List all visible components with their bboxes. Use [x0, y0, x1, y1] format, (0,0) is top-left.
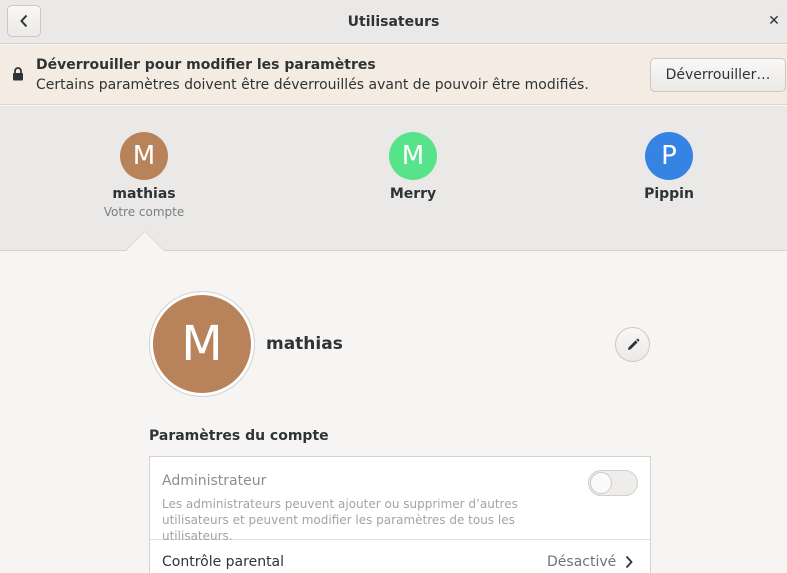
user-avatar-large[interactable]: M — [153, 295, 251, 393]
switch-knob — [590, 472, 612, 494]
user-item-merry[interactable]: M Merry — [343, 132, 483, 202]
administrator-description: Les administrateurs peuvent ajouter ou s… — [162, 497, 518, 543]
user-name: Merry — [389, 186, 437, 202]
avatar: M — [120, 132, 168, 180]
user-name: Pippin — [644, 186, 694, 202]
user-item-pippin[interactable]: P Pippin — [599, 132, 739, 202]
avatar: P — [645, 132, 693, 180]
infobar-title: Déverrouiller pour modifier les paramètr… — [36, 57, 376, 73]
parental-control-row[interactable]: Contrôle parental Désactivé — [150, 541, 650, 573]
selection-arrow — [126, 232, 164, 251]
window-title: Utilisateurs — [347, 14, 440, 30]
user-subtitle: Votre compte — [103, 205, 185, 219]
users-carousel: M mathias Votre compte M Merry P Pippin — [0, 106, 787, 251]
unlock-button[interactable]: Déverrouiller… — [650, 58, 786, 92]
parental-control-label: Contrôle parental — [162, 554, 285, 570]
close-icon: ✕ — [768, 13, 780, 29]
administrator-row: Administrateur Les administrateurs peuve… — [150, 457, 650, 543]
user-item-mathias[interactable]: M mathias Votre compte — [74, 132, 214, 219]
close-button[interactable]: ✕ — [765, 12, 783, 30]
administrator-label: Administrateur — [162, 473, 267, 489]
administrator-switch[interactable] — [588, 470, 638, 496]
header-bar: Utilisateurs ✕ — [0, 0, 787, 44]
chevron-right-icon — [625, 555, 633, 569]
account-settings-list: Administrateur Les administrateurs peuve… — [149, 456, 651, 573]
parental-control-value: Désactivé — [547, 554, 617, 570]
edit-name-button[interactable] — [615, 327, 650, 362]
lock-icon — [13, 67, 23, 81]
unlock-infobar: Déverrouiller pour modifier les paramètr… — [0, 45, 787, 105]
users-settings-window: Utilisateurs ✕ Déverrouiller pour modifi… — [0, 0, 787, 573]
infobar-subtitle: Certains paramètres doivent être déverro… — [36, 77, 589, 93]
user-full-name: mathias — [266, 334, 343, 354]
pencil-icon — [627, 338, 639, 350]
account-settings-title: Paramètres du compte — [149, 428, 329, 444]
user-name: mathias — [112, 186, 176, 202]
avatar: M — [389, 132, 437, 180]
